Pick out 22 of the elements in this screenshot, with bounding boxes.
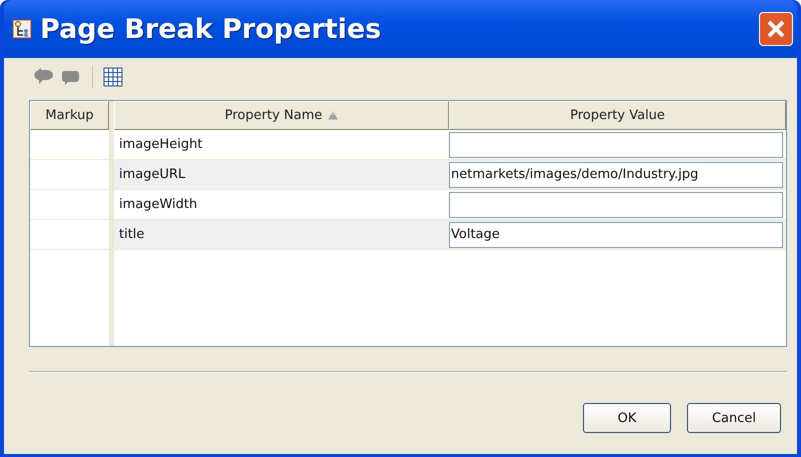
grid-icon [103, 67, 123, 87]
ok-button[interactable]: OK [583, 403, 671, 433]
table-cell-text: imageURL [118, 166, 186, 184]
table-cell-text: imageHeight [118, 136, 204, 154]
column-header[interactable]: Property Name [114, 101, 449, 130]
column-header[interactable]: Markup [30, 101, 109, 130]
input-field[interactable] [449, 192, 783, 218]
tree-icon [12, 19, 32, 39]
input-field[interactable]: netmarkets/images/demo/Industry.jpg [449, 162, 783, 188]
sort-icon [328, 111, 338, 120]
toolbar-button[interactable] [103, 67, 123, 87]
table-cell-text: title [118, 226, 146, 244]
cancel-button[interactable]: Cancel [687, 403, 781, 433]
toolbar-button[interactable] [34, 67, 56, 87]
column-header[interactable]: Property Value [449, 101, 786, 130]
close-icon [765, 18, 787, 40]
speech-bubbles-icon [34, 67, 56, 87]
input-field[interactable]: Voltage [449, 222, 783, 248]
table-cell-text: imageWidth [118, 196, 198, 214]
close-button[interactable] [759, 12, 793, 46]
input-field[interactable] [449, 132, 783, 158]
window-title: Page Break Properties [40, 14, 382, 44]
